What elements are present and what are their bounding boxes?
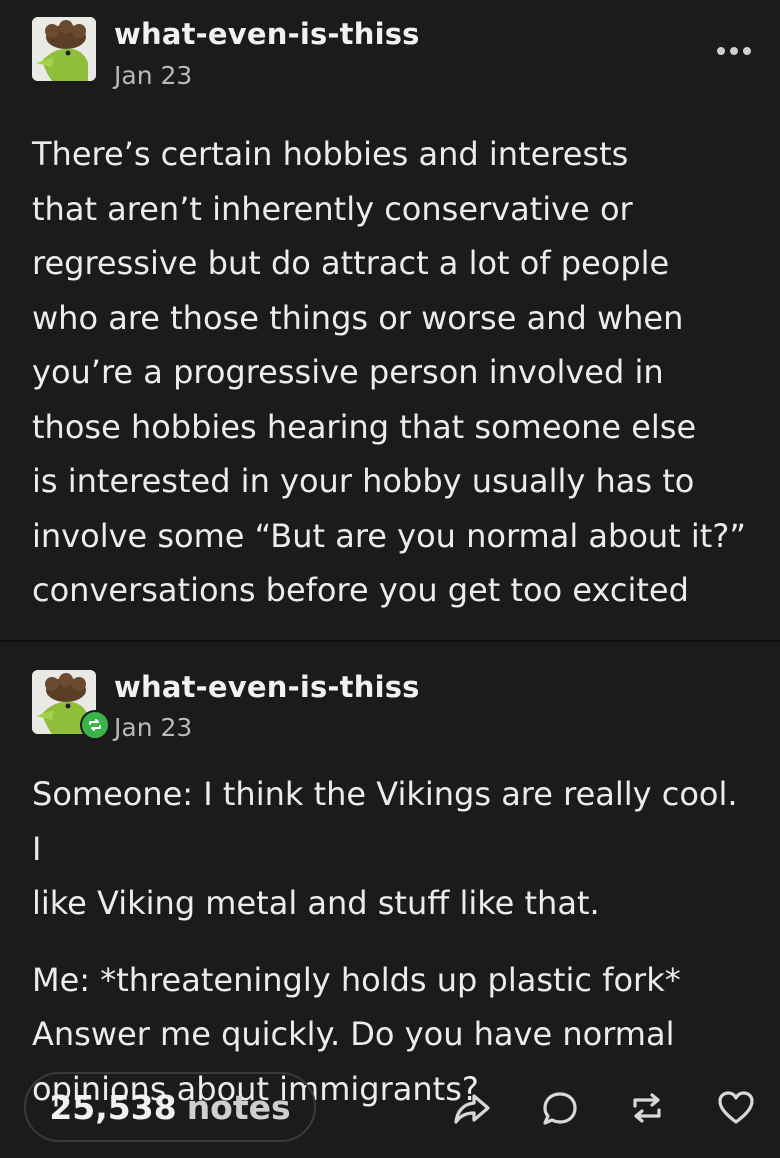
more-horizontal-icon <box>717 47 751 55</box>
post-line: There’s certain hobbies and interests <box>32 135 629 173</box>
notes-button[interactable]: 25,538 notes <box>24 1072 316 1142</box>
post-date: Jan 23 <box>114 61 193 90</box>
reblog-date: Jan 23 <box>114 713 193 742</box>
post-line: involve some “But are you normal about i… <box>32 516 746 555</box>
more-options-button[interactable] <box>716 30 752 63</box>
reblog-line: Someone: I think the Vikings are really … <box>32 775 738 868</box>
post-line: who are those things or worse and when <box>32 298 684 337</box>
reblog-badge-icon <box>89 719 101 731</box>
reblog-line: Me: *threateningly holds up plastic fork… <box>32 960 681 999</box>
post-line: those hobbies hearing that someone else <box>32 407 697 446</box>
divider <box>0 640 780 642</box>
reblog-username[interactable]: what-even-is-thiss <box>114 670 420 704</box>
heart-icon <box>718 1091 754 1124</box>
post-line: regressive but do attract a lot of peopl… <box>32 244 670 282</box>
reblog-line: Answer me quickly. Do you have normal <box>32 1015 675 1053</box>
original-post: what-even-is-thiss Jan 23 There’s certai… <box>0 0 780 640</box>
reply-button[interactable] <box>540 1088 580 1128</box>
post-username[interactable]: what-even-is-thiss <box>114 17 420 51</box>
like-button[interactable] <box>716 1088 756 1128</box>
post-line: is interested in your hobby usually has … <box>32 462 695 500</box>
reblog-line: like Viking metal and stuff like that. <box>32 884 600 922</box>
reblog-body: Someone: I think the Vikings are really … <box>32 767 752 1116</box>
reblog-badge <box>80 710 110 740</box>
avatar[interactable] <box>32 17 96 81</box>
notes-count: 25,538 <box>49 1087 177 1127</box>
avatar-icon <box>32 17 96 81</box>
notes-label: notes <box>186 1087 291 1127</box>
reblog-paragraph: Someone: I think the Vikings are really … <box>32 767 752 931</box>
share-button[interactable] <box>452 1088 492 1128</box>
share-icon <box>454 1094 490 1124</box>
post-line: that aren’t inherently conservative or <box>32 189 633 228</box>
post-line: conversations before you get too excited <box>32 571 689 609</box>
post-body: There’s certain hobbies and interests th… <box>32 127 752 618</box>
post-line: you’re a progressive person involved in <box>32 353 664 391</box>
reply-icon <box>543 1092 577 1125</box>
reblog-icon <box>633 1093 661 1123</box>
reblog-button[interactable] <box>627 1088 667 1128</box>
